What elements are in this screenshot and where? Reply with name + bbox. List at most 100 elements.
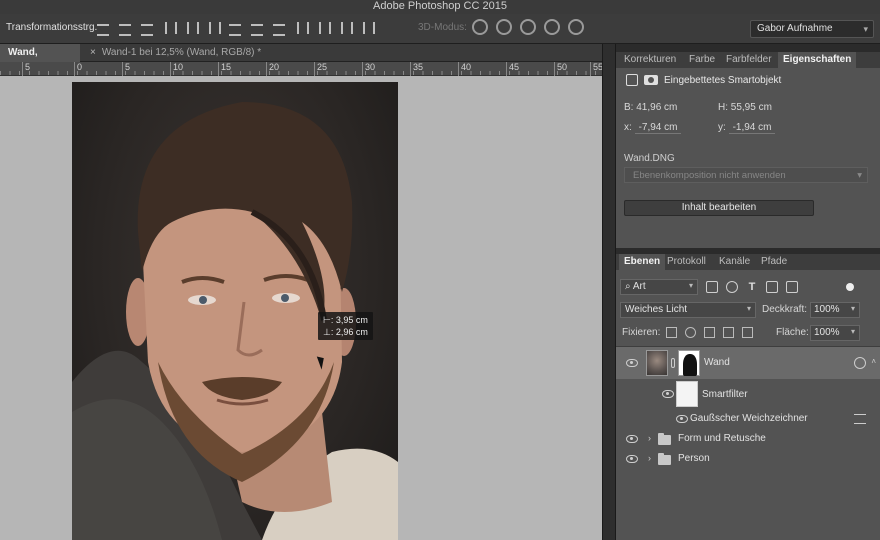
- tab-korrekturen[interactable]: Korrekturen: [624, 52, 676, 68]
- y-value[interactable]: -1,94 cm: [728, 122, 776, 134]
- title-bar: Adobe Photoshop CC 2015: [0, 0, 880, 14]
- tab-kanaele[interactable]: Kanäle: [719, 254, 750, 270]
- layer-mask-thumbnail[interactable]: [678, 350, 700, 376]
- layer-group-person[interactable]: › Person: [616, 449, 880, 469]
- lock-artboard-icon[interactable]: [723, 327, 734, 338]
- lock-label: Fixieren:: [622, 327, 661, 338]
- filter-adjustment-icon[interactable]: [726, 281, 738, 293]
- width-value: 41,96 cm: [636, 102, 678, 113]
- 3d-pan-icon[interactable]: [520, 19, 536, 35]
- lock-position-icon[interactable]: [704, 327, 715, 338]
- tab-eigenschaften[interactable]: Eigenschaften: [778, 52, 857, 68]
- tab-pfade[interactable]: Pfade: [761, 254, 787, 270]
- layer-comp-select[interactable]: Ebenenkomposition nicht anwenden ▾: [624, 167, 868, 183]
- ruler-tick: 35: [410, 62, 423, 76]
- fill-input[interactable]: 100% ▾: [810, 325, 860, 341]
- filter-type-icon[interactable]: T: [746, 281, 758, 293]
- measure-tooltip-height: ⊥: 2,96 cm: [323, 327, 368, 337]
- lock-transparent-icon[interactable]: [666, 327, 677, 338]
- height-field[interactable]: H: 55,95 cm: [718, 102, 772, 113]
- layer-wand[interactable]: Wand ˄: [616, 347, 880, 379]
- chevron-right-icon[interactable]: ›: [648, 453, 651, 463]
- chevron-down-icon: ▾: [850, 304, 855, 313]
- layer-filter-kind-select[interactable]: ⌕ Art ▾: [620, 279, 698, 295]
- ruler-tick: 50: [554, 62, 567, 76]
- 3d-slide-icon[interactable]: [544, 19, 560, 35]
- visibility-eye-icon[interactable]: [626, 435, 638, 443]
- 3d-scale-icon[interactable]: [568, 19, 584, 35]
- workspace-select[interactable]: Gabor Aufnahme ▾: [750, 20, 874, 38]
- y-field[interactable]: y: -1,94 cm: [718, 122, 776, 134]
- filter-shape-icon[interactable]: [766, 281, 778, 293]
- mask-icon[interactable]: [644, 75, 658, 85]
- align-horizontal-center-icon[interactable]: [184, 20, 199, 36]
- chevron-down-icon: ▾: [850, 327, 855, 336]
- align-bottom-icon[interactable]: [140, 20, 154, 36]
- ruler-tick: 5: [122, 62, 130, 76]
- tab-farbfelder[interactable]: Farbfelder: [726, 52, 772, 68]
- smart-filter-mask-thumbnail[interactable]: [676, 381, 698, 407]
- width-field[interactable]: B: 41,96 cm: [624, 102, 677, 113]
- doc-tab-wand[interactable]: Wand, RGB/8) *: [0, 44, 80, 75]
- x-value[interactable]: -7,94 cm: [634, 122, 682, 134]
- distribute-left-icon[interactable]: [294, 20, 309, 36]
- align-icons-group: [96, 20, 375, 36]
- layer-gaussian-blur[interactable]: Gaußscher Weichzeichner: [616, 409, 880, 429]
- 3d-rotate-icon[interactable]: [472, 19, 488, 35]
- edit-contents-button[interactable]: Inhalt bearbeiten: [624, 200, 814, 216]
- link-icon[interactable]: [671, 358, 675, 368]
- workspace-name: Gabor Aufnahme: [757, 23, 833, 34]
- opacity-input[interactable]: 100% ▾: [810, 302, 860, 318]
- filter-options-icon[interactable]: [854, 414, 866, 424]
- lock-all-icon[interactable]: [742, 327, 753, 338]
- align-top-icon[interactable]: [96, 20, 110, 36]
- visibility-eye-icon[interactable]: [626, 455, 638, 463]
- distribute-top-icon[interactable]: [228, 20, 242, 36]
- smart-object-icon: [626, 74, 638, 86]
- align-left-icon[interactable]: [162, 20, 177, 36]
- visibility-eye-icon[interactable]: [626, 359, 638, 367]
- doc-tab-wand-1[interactable]: × Wand-1 bei 12,5% (Wand, RGB/8) *: [82, 44, 269, 62]
- auto-align-icon[interactable]: [360, 20, 375, 36]
- ruler-tick: 45: [506, 62, 519, 76]
- chevron-down-icon: ▾: [746, 304, 751, 313]
- lock-image-icon[interactable]: [685, 327, 696, 338]
- layer-thumbnail: [646, 350, 668, 376]
- visibility-eye-icon[interactable]: [662, 390, 674, 398]
- 3d-roll-icon[interactable]: [496, 19, 512, 35]
- filter-smartobject-icon[interactable]: [786, 281, 798, 293]
- layer-smartfilter[interactable]: Smartfilter: [616, 379, 880, 409]
- distribute-bottom-icon[interactable]: [272, 20, 286, 36]
- align-right-icon[interactable]: [206, 20, 221, 36]
- opacity-value: 100%: [814, 304, 840, 315]
- visibility-eye-icon[interactable]: [676, 415, 688, 423]
- tab-farbe[interactable]: Farbe: [689, 52, 715, 68]
- align-vertical-center-icon[interactable]: [118, 20, 132, 36]
- chevron-right-icon[interactable]: ›: [648, 433, 651, 443]
- distribute-right-icon[interactable]: [338, 20, 353, 36]
- height-value: 55,95 cm: [730, 102, 772, 113]
- width-label: B:: [624, 102, 634, 113]
- panel-divider[interactable]: [602, 44, 616, 540]
- distribute-vcenter-icon[interactable]: [250, 20, 264, 36]
- close-tab-icon[interactable]: ×: [90, 47, 96, 58]
- horizontal-ruler[interactable]: 5 0 5 10 15 20 25 30 35 40 45 50 55: [0, 62, 603, 76]
- tab-protokoll[interactable]: Protokoll: [667, 254, 706, 270]
- canvas-area[interactable]: ⊢: 3,95 cm ⊥: 2,96 cm: [0, 76, 602, 540]
- chevron-up-icon[interactable]: ˄: [871, 357, 876, 366]
- layer-group-form-retusche[interactable]: › Form und Retusche: [616, 429, 880, 449]
- distribute-hcenter-icon[interactable]: [316, 20, 331, 36]
- layer-name: Gaußscher Weichzeichner: [690, 413, 808, 424]
- filter-pixel-icon[interactable]: [706, 281, 718, 293]
- chevron-down-icon: ▾: [857, 170, 862, 181]
- blend-row: Weiches Licht ▾ Deckkraft: 100% ▾: [620, 302, 876, 320]
- properties-panel: Korrekturen Farbe Farbfelder Eigenschaft…: [616, 52, 880, 248]
- transform-controls-checkbox-label[interactable]: Transformationsstrg.: [6, 22, 97, 33]
- blend-mode-select[interactable]: Weiches Licht ▾: [620, 302, 756, 318]
- document-image[interactable]: [72, 82, 398, 540]
- tab-ebenen[interactable]: Ebenen: [619, 254, 666, 270]
- x-field[interactable]: x: -7,94 cm: [624, 122, 682, 134]
- linked-file-name: Wand.DNG: [624, 153, 675, 164]
- doc-tab-label: Wand-1 bei 12,5% (Wand, RGB/8) *: [101, 47, 262, 58]
- filter-toggle-icon[interactable]: [846, 283, 854, 291]
